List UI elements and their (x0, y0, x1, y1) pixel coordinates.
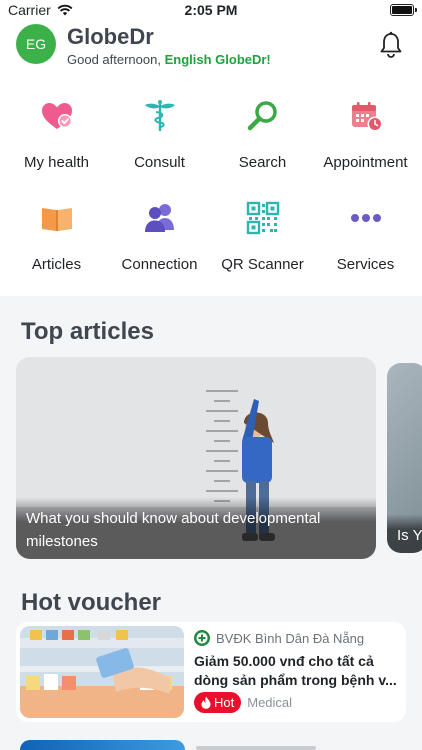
voucher-category: Medical (247, 695, 293, 710)
article-card[interactable]: What you should know about developmental… (16, 357, 376, 559)
greeting-text: Good afternoon, (67, 52, 161, 67)
flame-icon (201, 696, 211, 709)
avatar[interactable]: EG (16, 24, 56, 64)
voucher-card[interactable]: BVĐK Bình Dân Đà Nẵng Giảm 50.000 vnđ ch… (16, 622, 406, 722)
caduceus-icon (144, 100, 175, 131)
shortcut-connection[interactable]: Connection (107, 200, 212, 273)
article-caption: Is Y (387, 514, 422, 553)
more-dots-icon (350, 214, 381, 222)
article-caption: What you should know about developmental… (16, 497, 376, 559)
shortcut-label: Articles (31, 256, 82, 273)
shortcut-qr-scanner[interactable]: QR Scanner (210, 200, 315, 273)
hot-badge: Hot (194, 692, 242, 713)
magnifier-icon (247, 101, 277, 131)
voucher-title: Giảm 50.000 vnđ cho tất cả dòng sản phẩm… (194, 653, 397, 688)
hot-badge-label: Hot (214, 695, 235, 710)
header: EG GlobeDr Good afternoon, English Globe… (0, 20, 422, 82)
shortcut-search[interactable]: Search (210, 98, 315, 171)
next-voucher-image (20, 740, 185, 750)
clock: 2:05 PM (184, 2, 238, 18)
qr-code-icon (246, 201, 279, 235)
shortcut-my-health[interactable]: My health (4, 98, 109, 171)
voucher-shop: BVĐK Bình Dân Đà Nẵng (194, 630, 364, 646)
shortcut-label: Consult (134, 154, 185, 171)
shortcut-articles[interactable]: Articles (4, 200, 109, 273)
shortcut-services[interactable]: Services (313, 200, 418, 273)
shortcut-label: Connection (121, 256, 198, 273)
user-name: English GlobeDr! (164, 52, 271, 67)
people-icon (144, 204, 174, 232)
voucher-tags: Hot Medical (194, 692, 292, 713)
article-card[interactable]: Is Y (387, 363, 422, 553)
bell-icon[interactable] (376, 30, 406, 60)
shortcut-label: Appointment (323, 154, 408, 171)
heart-check-icon (41, 103, 72, 129)
next-voucher-shop (196, 746, 316, 750)
calendar-clock-icon (351, 102, 382, 132)
status-bar: Carrier 2:05 PM (0, 0, 422, 20)
greeting: Good afternoon, English GlobeDr! (67, 52, 271, 67)
top-articles-title: Top articles (21, 318, 154, 345)
shortcut-label: My health (23, 154, 90, 171)
book-icon (41, 208, 72, 231)
shortcut-appointment[interactable]: Appointment (313, 98, 418, 171)
app-name: GlobeDr (67, 24, 154, 49)
shortcut-consult[interactable]: Consult (107, 98, 212, 171)
shortcut-grid: My health Consult Search Appointment Art… (0, 82, 422, 296)
shortcut-label: Search (238, 154, 287, 171)
hot-voucher-title: Hot voucher (21, 589, 162, 616)
voucher-shop-name: BVĐK Bình Dân Đà Nẵng (216, 630, 365, 646)
shortcut-label: QR Scanner (221, 256, 304, 273)
voucher-image (20, 626, 184, 718)
shortcut-label: Services (336, 256, 395, 273)
battery-icon (390, 4, 417, 16)
clinic-logo-icon (194, 630, 210, 646)
